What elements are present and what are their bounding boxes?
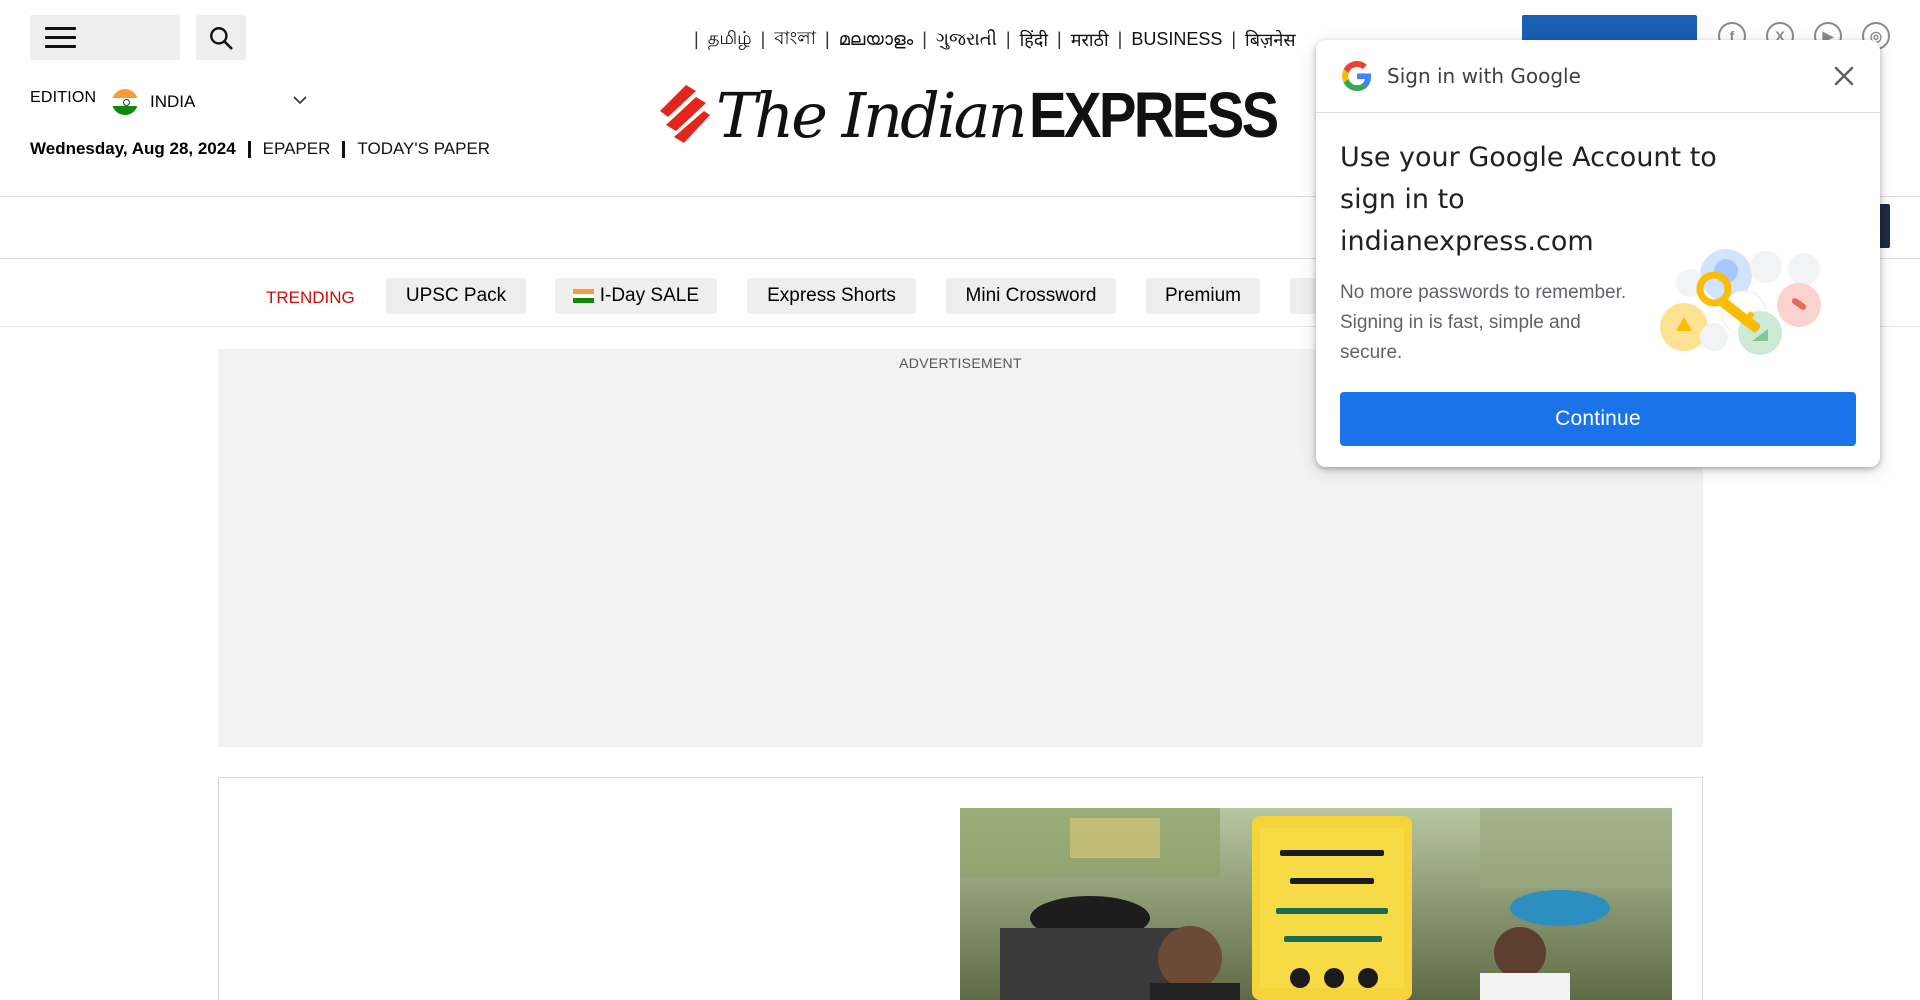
india-flag-icon (112, 89, 138, 115)
continue-button[interactable]: Continue (1340, 392, 1856, 446)
dateline: Wednesday, Aug 28, 2024 EPAPER TODAY'S P… (30, 139, 490, 159)
popup-description: No more passwords to remember. Signing i… (1340, 282, 1627, 363)
current-date: Wednesday, Aug 28, 2024 (30, 139, 236, 158)
trending-label: TRENDING (266, 288, 355, 307)
logo-mark-icon (660, 85, 710, 143)
close-icon[interactable] (1830, 62, 1858, 90)
trending-chip-iday-sale[interactable]: I-Day SALE (555, 278, 717, 314)
logo-wordmark-serif: The Indian (716, 78, 1028, 152)
chip-label: I-Day SALE (599, 285, 699, 306)
lang-link-hindi[interactable]: हिंदी (1020, 28, 1048, 52)
trending-chip-premium[interactable]: Premium (1146, 278, 1260, 314)
india-flag-icon (573, 289, 594, 303)
protest-photo (960, 808, 1672, 1000)
trending-chip-express-shorts[interactable]: Express Shorts (747, 278, 916, 314)
google-g-icon (1342, 61, 1372, 91)
popup-header-title: Sign in with Google (1387, 64, 1581, 88)
chip-label: Mini Crossword (965, 285, 1097, 306)
chip-label: Premium (1164, 285, 1241, 306)
search-button[interactable] (196, 15, 246, 60)
edition-selector[interactable]: INDIA (150, 92, 195, 112)
epaper-link[interactable]: EPAPER (263, 139, 331, 159)
hamburger-menu-button[interactable] (30, 15, 180, 60)
todays-paper-link[interactable]: TODAY'S PAPER (357, 139, 490, 159)
edition-label: EDITION (30, 89, 97, 106)
chip-label: Express Shorts (767, 285, 896, 306)
lang-link-malayalam[interactable]: മലയാളം (839, 29, 914, 50)
chip-label: UPSC Pack (405, 285, 507, 306)
popup-header: Sign in with Google (1316, 40, 1880, 113)
site-logo[interactable]: The Indian EXPRESS (658, 78, 1310, 152)
lang-link-business[interactable]: BUSINESS (1131, 29, 1222, 50)
language-bar: | தமிழ் | বাংলা | മലയാളം | ગુજરાતી | हिं… (685, 24, 1296, 55)
trending-chip-mini-crossword[interactable]: Mini Crossword (946, 278, 1116, 314)
trending-chip-upsc-pack[interactable]: UPSC Pack (386, 278, 526, 314)
passkey-illustration-icon (1660, 249, 1821, 355)
lang-link-marathi[interactable]: मराठी (1071, 28, 1109, 52)
google-signin-popup: Sign in with Google Use your Google Acco… (1316, 40, 1880, 467)
chevron-down-icon[interactable] (292, 92, 308, 108)
lang-link-bangla[interactable]: বাংলা (774, 24, 816, 55)
hamburger-icon (45, 27, 76, 48)
article-hero-image[interactable] (960, 808, 1672, 1000)
logo-wordmark-bold: EXPRESS (1028, 79, 1279, 151)
search-icon (210, 26, 233, 50)
lang-link-business-hindi[interactable]: बिज़नेस (1245, 28, 1295, 52)
lang-link-gujarati[interactable]: ગુજરાતી (936, 29, 997, 50)
lang-link-tamil[interactable]: தமிழ் (708, 28, 752, 51)
